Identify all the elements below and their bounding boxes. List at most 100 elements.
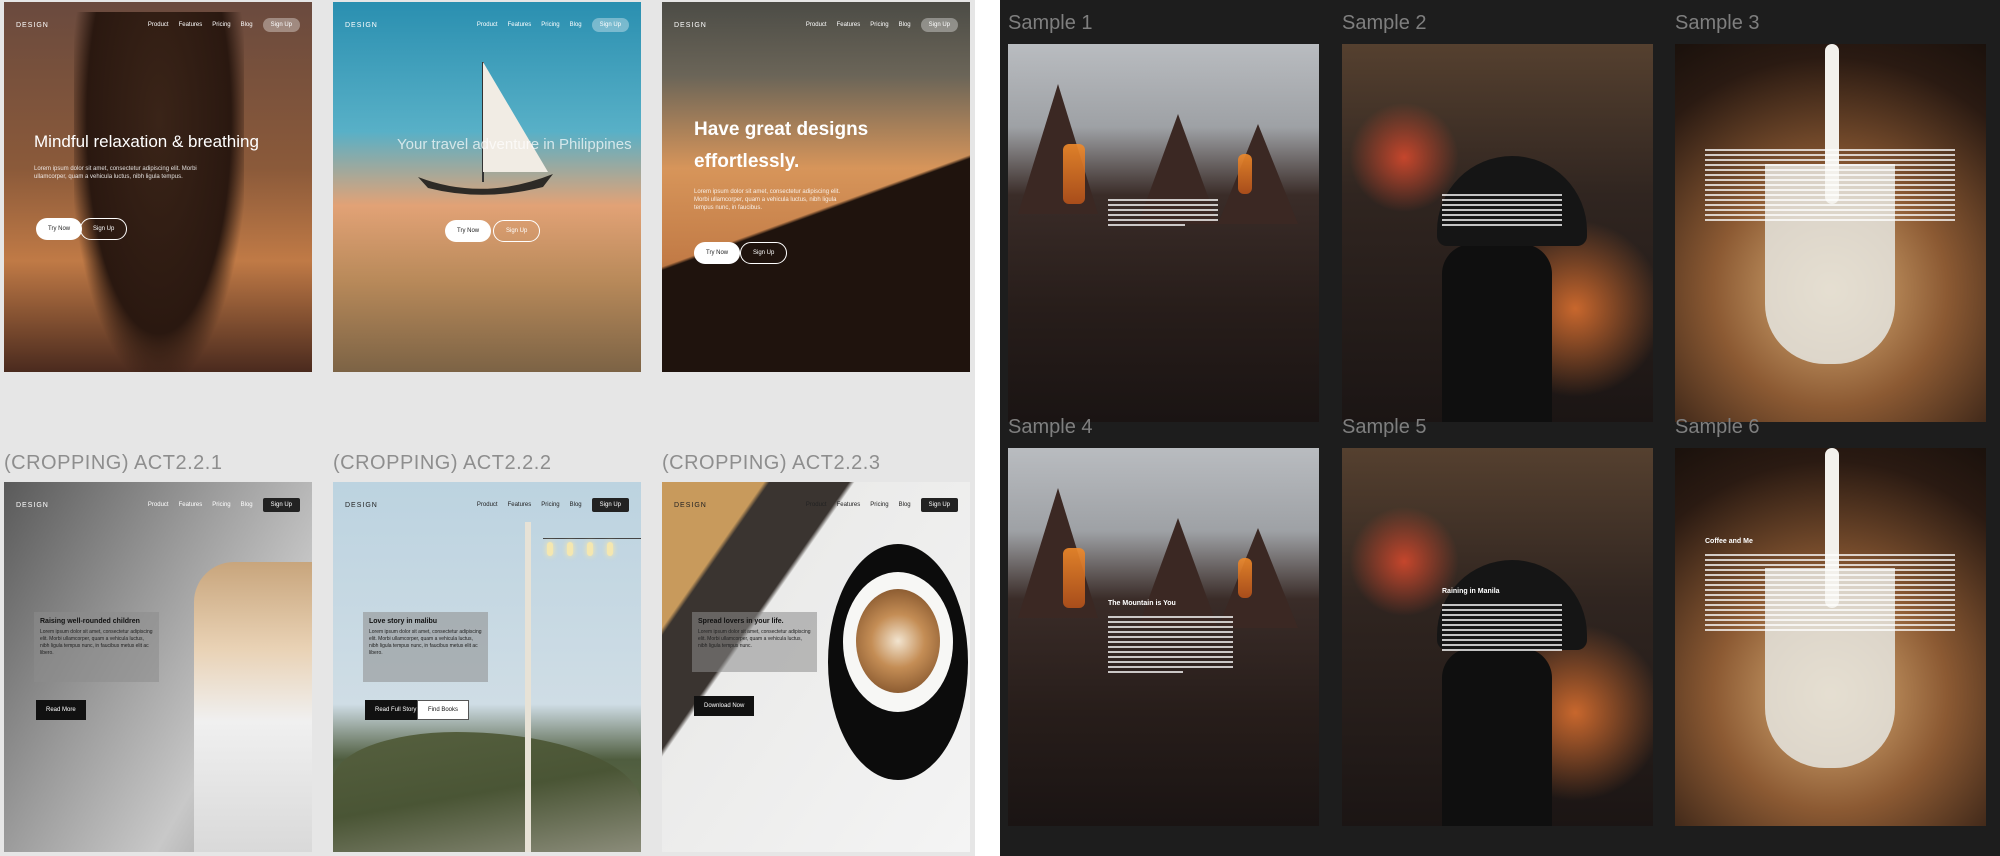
panel-divider	[975, 0, 1000, 856]
nav-link-product[interactable]: Product	[148, 502, 169, 508]
sample-title: Raining in Manila	[1442, 588, 1500, 595]
nav-link-product[interactable]: Product	[477, 502, 498, 508]
try-now-button[interactable]: Try Now	[694, 242, 741, 264]
girl-photo-image	[194, 562, 312, 852]
nav-link-blog[interactable]: Blog	[899, 502, 911, 508]
card-nav: DESIGN Product Features Pricing Blog Sig…	[333, 482, 641, 528]
content-title: Love story in malibu	[369, 618, 438, 625]
sample-4-image[interactable]: The Mountain is You	[1008, 448, 1319, 826]
nav-link-pricing[interactable]: Pricing	[870, 502, 888, 508]
design-card-coffee[interactable]: DESIGN Product Features Pricing Blog Sig…	[662, 482, 970, 852]
nav-link-product[interactable]: Product	[806, 22, 827, 28]
sample-label-3: Sample 3	[1675, 12, 1760, 34]
read-more-button[interactable]: Read More	[36, 700, 86, 720]
signup-nav-button[interactable]: Sign Up	[920, 498, 958, 512]
nav-link-product[interactable]: Product	[806, 502, 827, 508]
section-label-act222: (CROPPING) ACT2.2.2	[333, 452, 552, 474]
design-card-relaxation[interactable]: DESIGN Product Features Pricing Blog Sig…	[4, 2, 312, 372]
bulb-icon	[607, 542, 613, 556]
mountain-peak	[1138, 518, 1218, 628]
mountain-peak	[1218, 528, 1298, 628]
hero-title: Mindful relaxation & breathing	[34, 132, 259, 151]
bulb-icon	[547, 542, 553, 556]
sign-up-button[interactable]: Sign Up	[493, 220, 541, 242]
signup-nav-button[interactable]: Sign Up	[920, 18, 958, 32]
card-nav: DESIGN Product Features Pricing Blog Sig…	[333, 2, 641, 48]
nav-link-blog[interactable]: Blog	[570, 22, 582, 28]
nav-link-blog[interactable]: Blog	[241, 22, 253, 28]
content-title: Spread lovers in your life.	[698, 618, 784, 625]
content-body: Lorem ipsum dolor sit amet, consectetur …	[369, 629, 482, 656]
sunlit-rock	[1238, 154, 1252, 194]
sample-label-6: Sample 6	[1675, 416, 1760, 438]
sample-label-5: Sample 5	[1342, 416, 1427, 438]
nav-link-features[interactable]: Features	[179, 502, 203, 508]
try-now-button[interactable]: Try Now	[445, 220, 492, 242]
nav-link-blog[interactable]: Blog	[570, 502, 582, 508]
content-body: Lorem ipsum dolor sit amet, consectetur …	[698, 629, 811, 649]
sample-6-image[interactable]: Coffee and Me	[1675, 448, 1986, 826]
nav-link-features[interactable]: Features	[837, 22, 861, 28]
logo: DESIGN	[345, 501, 378, 509]
hero-title: Your travel adventure in Philippines	[397, 136, 632, 153]
card-nav: DESIGN Product Features Pricing Blog Sig…	[4, 482, 312, 528]
signup-nav-button[interactable]: Sign Up	[262, 498, 300, 512]
nav-link-features[interactable]: Features	[179, 22, 203, 28]
sunlit-rock	[1063, 548, 1085, 608]
nav-link-product[interactable]: Product	[148, 22, 169, 28]
content-box: Spread lovers in your life. Lorem ipsum …	[692, 612, 817, 672]
bulb-icon	[567, 542, 573, 556]
right-panel: Sample 1 Sample 2 Sample 3 Sample 4 Samp…	[1000, 0, 2000, 856]
hero-body: Lorem ipsum dolor sit amet, consectetur …	[694, 189, 841, 211]
signup-nav-button[interactable]: Sign Up	[591, 498, 629, 512]
left-panel: DESIGN Product Features Pricing Blog Sig…	[0, 0, 975, 856]
sample-label-4: Sample 4	[1008, 416, 1093, 438]
nav-link-features[interactable]: Features	[837, 502, 861, 508]
signup-nav-button[interactable]: Sign Up	[591, 18, 629, 32]
sign-up-button[interactable]: Sign Up	[740, 242, 788, 264]
nav-link-pricing[interactable]: Pricing	[541, 502, 559, 508]
logo: DESIGN	[16, 501, 49, 509]
mountain-peak	[1018, 84, 1098, 214]
signup-nav-button[interactable]: Sign Up	[262, 18, 300, 32]
nav-link-pricing[interactable]: Pricing	[212, 502, 230, 508]
design-card-travel[interactable]: DESIGN Product Features Pricing Blog Sig…	[333, 2, 641, 372]
design-card-malibu[interactable]: DESIGN Product Features Pricing Blog Sig…	[333, 482, 641, 852]
find-books-button[interactable]: Find Books	[417, 700, 470, 720]
content-body: Lorem ipsum dolor sit amet, consectetur …	[40, 629, 153, 656]
design-card-children[interactable]: DESIGN Product Features Pricing Blog Sig…	[4, 482, 312, 852]
logo: DESIGN	[345, 21, 378, 29]
hero-title: Have great designs effortlessly.	[694, 119, 869, 172]
sample-3-image[interactable]	[1675, 44, 1986, 422]
person-silhouette	[1442, 244, 1552, 422]
nav-link-pricing[interactable]: Pricing	[870, 22, 888, 28]
nav-link-features[interactable]: Features	[508, 22, 532, 28]
sample-2-image[interactable]	[1342, 44, 1653, 422]
nav-link-pricing[interactable]: Pricing	[212, 22, 230, 28]
logo: DESIGN	[674, 501, 707, 509]
logo: DESIGN	[674, 21, 707, 29]
nav-link-features[interactable]: Features	[508, 502, 532, 508]
sign-up-button[interactable]: Sign Up	[80, 218, 128, 240]
nav-link-blog[interactable]: Blog	[899, 22, 911, 28]
design-card-dunes[interactable]: DESIGN Product Features Pricing Blog Sig…	[662, 2, 970, 372]
card-nav: DESIGN Product Features Pricing Blog Sig…	[662, 482, 970, 528]
latte-art-image	[856, 589, 940, 693]
card-nav: DESIGN Product Features Pricing Blog Sig…	[4, 2, 312, 48]
sunlit-rock	[1063, 144, 1085, 204]
sample-1-image[interactable]	[1008, 44, 1319, 422]
try-now-button[interactable]: Try Now	[36, 218, 83, 240]
overlay-text-block	[1108, 199, 1218, 229]
logo: DESIGN	[16, 21, 49, 29]
person-silhouette	[1442, 648, 1552, 826]
hero-body: Lorem ipsum dolor sit amet, consectetur …	[34, 166, 197, 180]
mountain-peak	[1018, 488, 1098, 618]
nav-link-blog[interactable]: Blog	[241, 502, 253, 508]
meditation-figure-image	[74, 12, 244, 372]
sample-label-2: Sample 2	[1342, 12, 1427, 34]
nav-link-product[interactable]: Product	[477, 22, 498, 28]
sample-title: Coffee and Me	[1705, 538, 1753, 545]
nav-link-pricing[interactable]: Pricing	[541, 22, 559, 28]
download-now-button[interactable]: Download Now	[694, 696, 755, 716]
sample-5-image[interactable]: Raining in Manila	[1342, 448, 1653, 826]
